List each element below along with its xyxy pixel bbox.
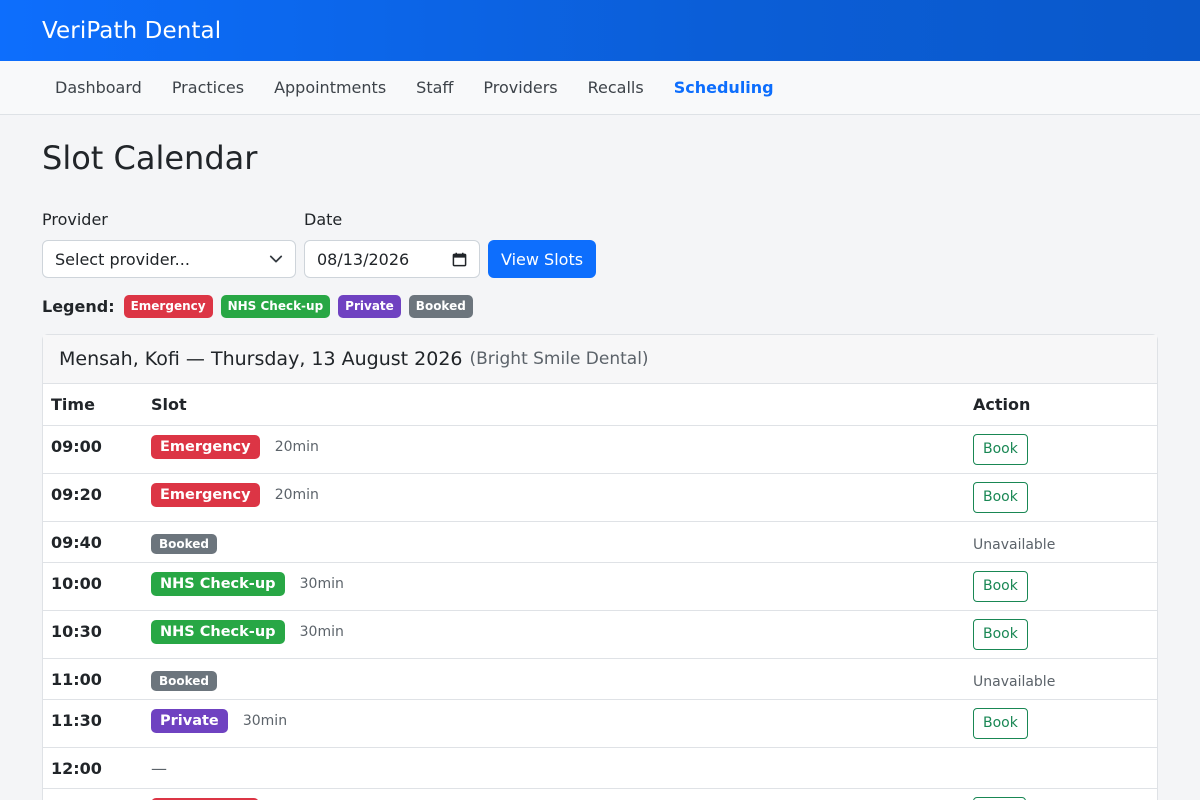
slot-time: 10:30: [43, 610, 143, 659]
nav-item-dashboard[interactable]: Dashboard: [40, 61, 157, 115]
chevron-down-icon: [269, 255, 283, 263]
provider-field: Provider Select provider...: [42, 211, 296, 278]
book-button[interactable]: Book: [973, 707, 1028, 739]
slot-time: 09:00: [43, 425, 143, 474]
column-header-slot: Slot: [143, 384, 965, 426]
action-cell: Book: [965, 425, 1157, 474]
slot-type-badge: Emergency: [151, 434, 260, 459]
action-cell: Unavailable: [965, 658, 1157, 700]
top-header: VeriPath Dental: [0, 0, 1200, 61]
unavailable-text: Unavailable: [973, 536, 1056, 553]
slot-booked-badge: Booked: [151, 670, 218, 691]
action-cell: Book: [965, 610, 1157, 659]
main-content: Slot Calendar Provider Select provider..…: [0, 138, 1200, 800]
table-row: 10:00 NHS Check-up 30min Book: [43, 562, 1157, 611]
slot-cell: Booked: [143, 521, 965, 563]
page-title: Slot Calendar: [42, 139, 258, 177]
book-button[interactable]: Book: [973, 618, 1028, 650]
date-label: Date: [304, 210, 343, 229]
nav-item-appointments[interactable]: Appointments: [259, 61, 401, 115]
main-nav: Dashboard Practices Appointments Staff P…: [0, 61, 1200, 115]
schedule-card-header: Mensah, Kofi — Thursday, 13 August 2026 …: [43, 335, 1157, 384]
slot-time: [43, 788, 143, 800]
action-cell: [965, 747, 1157, 789]
app-brand[interactable]: VeriPath Dental: [42, 18, 221, 44]
slot-time: 09:20: [43, 473, 143, 522]
slot-cell: Emergency 20min: [143, 425, 965, 474]
book-button[interactable]: Book: [973, 433, 1028, 465]
table-row: 12:00 —: [43, 747, 1157, 789]
action-cell: Unavailable: [965, 521, 1157, 563]
slot-type-badge: Emergency: [151, 482, 260, 507]
book-button[interactable]: [973, 796, 1026, 800]
table-row: 09:00 Emergency 20min Book: [43, 425, 1157, 474]
slot-type-badge: NHS Check-up: [151, 571, 285, 596]
table-row: 09:20 Emergency 20min Book: [43, 473, 1157, 522]
nav-item-scheduling[interactable]: Scheduling: [659, 61, 789, 115]
slot-cell: —: [143, 747, 965, 789]
nav-item-practices[interactable]: Practices: [157, 61, 259, 115]
slot-table: Time Slot Action 09:00 Emergency 20min B…: [43, 384, 1157, 800]
legend-badge-booked: Booked: [408, 294, 473, 318]
slot-duration: 20min: [274, 486, 319, 503]
slot-cell: NHS Check-up 30min: [143, 562, 965, 611]
slot-cell: NHS Check-up 30min: [143, 610, 965, 659]
empty-slot-dash: —: [151, 758, 167, 778]
table-row: [43, 788, 1157, 800]
action-cell: Book: [965, 699, 1157, 748]
schedule-card: Mensah, Kofi — Thursday, 13 August 2026 …: [42, 334, 1158, 800]
calendar-icon[interactable]: [452, 252, 467, 267]
date-input[interactable]: 08/13/2026: [304, 240, 480, 278]
slot-time: 09:40: [43, 521, 143, 563]
nav-item-recalls[interactable]: Recalls: [573, 61, 659, 115]
slot-booked-badge: Booked: [151, 533, 218, 554]
slot-cell: Booked: [143, 658, 965, 700]
slot-cell: Private 30min: [143, 699, 965, 748]
slot-cell: Emergency 20min: [143, 473, 965, 522]
slot-type-badge: NHS Check-up: [151, 619, 285, 644]
slot-table-header-row: Time Slot Action: [43, 384, 1157, 426]
column-header-time: Time: [43, 384, 143, 426]
table-row: 09:40 Booked Unavailable: [43, 521, 1157, 563]
date-input-value: 08/13/2026: [317, 249, 410, 269]
provider-select-value: Select provider...: [55, 249, 190, 269]
date-field: Date 08/13/2026: [304, 211, 480, 278]
provider-label: Provider: [42, 210, 108, 229]
schedule-provider-date: Mensah, Kofi — Thursday, 13 August 2026: [59, 348, 463, 370]
slot-cell: [143, 788, 965, 800]
slot-duration: 30min: [299, 575, 344, 592]
legend-badge-private: Private: [338, 294, 401, 318]
book-button[interactable]: Book: [973, 481, 1028, 513]
slot-type-badge: Private: [151, 708, 228, 733]
slot-duration: 20min: [274, 438, 319, 455]
slot-filter-form: Provider Select provider... Date 08/13/2…: [42, 211, 1158, 278]
legend-label: Legend:: [42, 296, 115, 316]
slot-duration: 30min: [299, 623, 344, 640]
slot-time: 11:00: [43, 658, 143, 700]
legend-badge-nhs-check-up: NHS Check-up: [220, 294, 331, 318]
slot-time: 10:00: [43, 562, 143, 611]
nav-item-staff[interactable]: Staff: [401, 61, 468, 115]
action-cell: Book: [965, 473, 1157, 522]
action-cell: Book: [965, 562, 1157, 611]
column-header-action: Action: [965, 384, 1157, 426]
table-row: 11:00 Booked Unavailable: [43, 658, 1157, 700]
table-row: 10:30 NHS Check-up 30min Book: [43, 610, 1157, 659]
legend: Legend: Emergency NHS Check-up Private B…: [42, 294, 1158, 318]
view-slots-button[interactable]: View Slots: [488, 240, 597, 278]
action-cell: [965, 788, 1157, 800]
slot-time: 11:30: [43, 699, 143, 748]
schedule-practice: (Bright Smile Dental): [469, 349, 649, 369]
provider-select[interactable]: Select provider...: [42, 240, 296, 278]
slot-duration: 30min: [242, 712, 288, 729]
table-row: 11:30 Private 30min Book: [43, 699, 1157, 748]
legend-badge-emergency: Emergency: [123, 294, 213, 318]
unavailable-text: Unavailable: [973, 673, 1056, 690]
nav-item-providers[interactable]: Providers: [468, 61, 572, 115]
book-button[interactable]: Book: [973, 570, 1028, 602]
slot-time: 12:00: [43, 747, 143, 789]
